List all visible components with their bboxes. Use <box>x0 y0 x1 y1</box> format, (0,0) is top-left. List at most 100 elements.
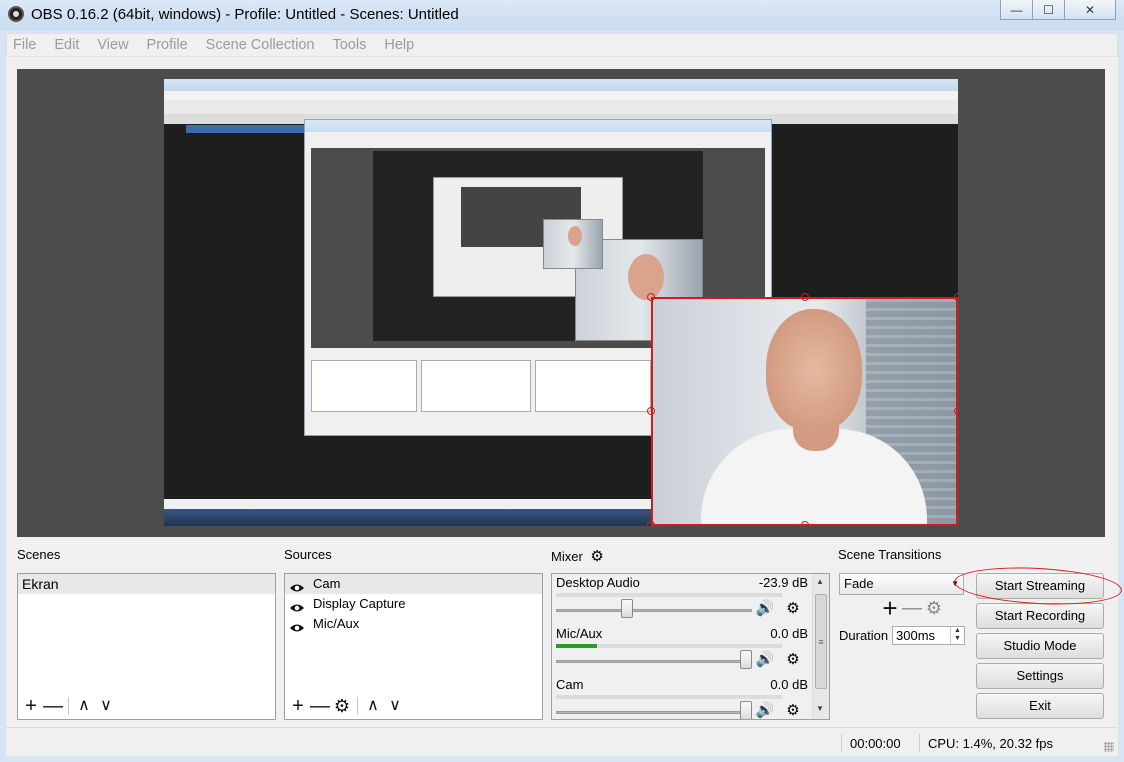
window-controls: — ☐ ✕ <box>1000 0 1116 20</box>
move-source-up-button[interactable]: ∧ <box>362 696 384 716</box>
status-time: 00:00:00 <box>850 736 901 751</box>
scroll-down-arrow-icon[interactable]: ▼ <box>816 704 824 713</box>
volume-meter <box>556 644 782 648</box>
mixer-gear-icon[interactable]: ⚙ <box>590 548 603 565</box>
channel-gear-icon[interactable]: ⚙ <box>784 599 802 617</box>
captured-obs-titlebar <box>305 120 771 132</box>
exit-button[interactable]: Exit <box>976 693 1104 719</box>
menu-tools[interactable]: Tools <box>332 37 366 53</box>
studio-mode-button[interactable]: Studio Mode <box>976 633 1104 659</box>
captured-notepad-titlebar <box>164 79 958 91</box>
duration-value: 300ms <box>896 628 936 643</box>
remove-source-button[interactable]: — <box>309 696 331 716</box>
mixer-channel: Mic/Aux 0.0 dB 🔊 ⚙ <box>552 626 814 676</box>
captured-notepad-toolbar <box>164 100 958 114</box>
resize-handle-tl[interactable] <box>647 293 655 301</box>
duration-label: Duration <box>839 628 889 643</box>
transition-gear-icon[interactable]: ⚙ <box>923 598 945 618</box>
speaker-icon[interactable]: 🔊 <box>756 650 775 668</box>
status-cpu: CPU: 1.4%, 20.32 fps <box>928 736 1054 751</box>
add-source-button[interactable]: + <box>287 696 309 716</box>
channel-name: Mic/Aux <box>556 626 603 641</box>
source-label: Mic/Aux <box>313 616 360 631</box>
scenes-toolbar: + — ∧ ∨ <box>20 695 117 717</box>
menu-scene-collection[interactable]: Scene Collection <box>206 37 315 53</box>
maximize-button[interactable]: ☐ <box>1032 0 1065 20</box>
resize-handle-bl[interactable] <box>647 521 655 526</box>
channel-db: 0.0 dB <box>770 626 808 641</box>
start-streaming-button[interactable]: Start Streaming <box>976 573 1104 599</box>
menu-profile[interactable]: Profile <box>147 37 188 53</box>
start-recording-button[interactable]: Start Recording <box>976 603 1104 629</box>
eye-icon[interactable] <box>289 579 305 592</box>
channel-name: Desktop Audio <box>556 575 640 590</box>
status-divider <box>919 734 920 752</box>
speaker-icon[interactable]: 🔊 <box>756 701 775 719</box>
volume-slider-track[interactable] <box>556 711 752 714</box>
obs-logo-icon <box>8 6 24 22</box>
duration-spinbox[interactable]: 300ms ▲ ▼ <box>892 626 965 645</box>
volume-slider-track[interactable] <box>556 609 752 612</box>
resize-handle-l[interactable] <box>647 407 655 415</box>
title-bar: OBS 0.16.2 (64bit, windows) - Profile: U… <box>0 0 1124 30</box>
channel-name: Cam <box>556 677 584 692</box>
menu-edit[interactable]: Edit <box>54 37 79 53</box>
preview-canvas[interactable] <box>17 69 1105 537</box>
resize-handle-r[interactable] <box>954 407 958 415</box>
volume-slider-thumb[interactable] <box>620 599 633 618</box>
display-capture-source[interactable] <box>164 79 958 526</box>
captured-selected-text <box>186 125 316 133</box>
source-label: Display Capture <box>313 596 406 611</box>
status-bar: 00:00:00 CPU: 1.4%, 20.32 fps <box>6 727 1118 756</box>
sources-title: Sources <box>284 547 332 562</box>
source-item-display-capture[interactable]: Display Capture <box>285 594 542 614</box>
move-scene-up-button[interactable]: ∧ <box>73 696 95 716</box>
scene-item-ekran[interactable]: Ekran <box>18 574 275 594</box>
menu-file[interactable]: File <box>13 37 36 53</box>
mixer-title: Mixer ⚙ <box>551 547 604 565</box>
scroll-thumb[interactable]: ≡ <box>815 594 827 689</box>
volume-slider-thumb[interactable] <box>740 701 753 719</box>
menu-view[interactable]: View <box>97 37 128 53</box>
volume-slider-track[interactable] <box>556 660 752 663</box>
resize-handle-t[interactable] <box>801 293 809 301</box>
menu-help[interactable]: Help <box>384 37 414 53</box>
close-button[interactable]: ✕ <box>1064 0 1116 20</box>
source-label: Cam <box>313 576 341 591</box>
menu-bar: File Edit View Profile Scene Collection … <box>6 33 1118 57</box>
channel-gear-icon[interactable]: ⚙ <box>784 701 802 719</box>
mixer-channel: Desktop Audio -23.9 dB 🔊 ⚙ <box>552 575 814 625</box>
transition-select[interactable]: Fade ▼ <box>839 573 964 595</box>
add-transition-button[interactable]: + <box>879 595 901 621</box>
spin-arrows-icon[interactable]: ▲ ▼ <box>950 627 964 644</box>
volume-slider-thumb[interactable] <box>740 650 753 669</box>
mixer-scrollbar[interactable]: ▲ ≡ ▼ <box>812 574 829 719</box>
remove-transition-button[interactable]: — <box>901 598 923 618</box>
captured-notepad-menu <box>164 91 958 100</box>
source-properties-gear-icon[interactable]: ⚙ <box>331 696 353 716</box>
move-source-down-button[interactable]: ∨ <box>384 696 406 716</box>
move-scene-down-button[interactable]: ∨ <box>95 696 117 716</box>
speaker-icon[interactable]: 🔊 <box>756 599 775 617</box>
resize-grip-icon[interactable] <box>1104 742 1114 752</box>
remove-scene-button[interactable]: — <box>42 696 64 716</box>
mixer-title-label: Mixer <box>551 549 583 564</box>
settings-button[interactable]: Settings <box>976 663 1104 689</box>
person-face <box>766 309 862 431</box>
channel-gear-icon[interactable]: ⚙ <box>784 650 802 668</box>
dropdown-arrow-icon: ▼ <box>951 579 959 588</box>
volume-meter <box>556 695 782 699</box>
status-divider <box>841 734 842 752</box>
window-title: OBS 0.16.2 (64bit, windows) - Profile: U… <box>31 6 459 23</box>
source-item-cam[interactable]: Cam <box>285 574 542 594</box>
resize-handle-tr[interactable] <box>954 293 958 301</box>
source-item-mic-aux[interactable]: Mic/Aux <box>285 614 542 634</box>
minimize-button[interactable]: — <box>1000 0 1033 20</box>
resize-handle-b[interactable] <box>801 521 809 526</box>
webcam-source-selected[interactable] <box>651 297 958 526</box>
eye-icon[interactable] <box>289 619 305 632</box>
scroll-up-arrow-icon[interactable]: ▲ <box>816 577 824 586</box>
eye-icon[interactable] <box>289 599 305 612</box>
main-window: Scenes Ekran + — ∧ ∨ Sources Cam Display… <box>6 57 1123 756</box>
add-scene-button[interactable]: + <box>20 696 42 716</box>
